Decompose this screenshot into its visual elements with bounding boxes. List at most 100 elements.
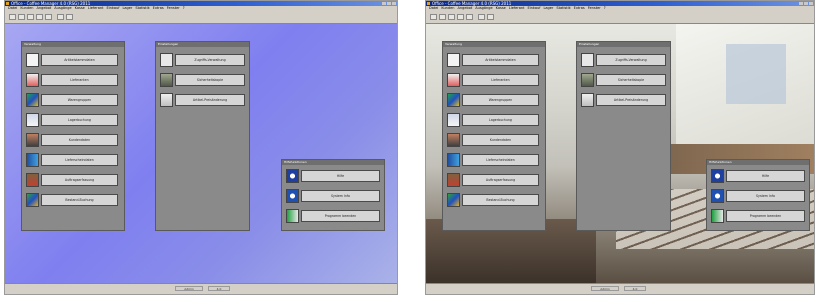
window-controls [382, 2, 396, 5]
chart-icon [447, 193, 460, 207]
articles-button[interactable]: Artikelstammdaten [41, 54, 118, 66]
chart-icon [26, 93, 39, 107]
document-icon [447, 53, 460, 67]
minimize-button[interactable] [799, 2, 803, 5]
toolbar-button[interactable] [457, 14, 464, 20]
panel-title: Einstellungen [577, 42, 670, 47]
menu-row: Artikel-Preisänderung [160, 93, 248, 107]
customers-button[interactable]: Kundendaten [462, 134, 539, 146]
exit-icon [286, 209, 299, 223]
inventory-booking-button[interactable]: Bestand-Buchung [41, 194, 118, 206]
help-button[interactable]: Hilfe [301, 170, 380, 182]
toolbar-button[interactable] [57, 14, 64, 20]
backup-button[interactable]: Sicherheitskopie [175, 74, 245, 86]
orders-button[interactable]: Auftragserfassung [41, 174, 118, 186]
menu-row: Kundendaten [26, 133, 122, 147]
maximize-button[interactable] [804, 2, 808, 5]
map-icon [26, 153, 39, 167]
toolbar-button[interactable] [439, 14, 446, 20]
toolbar-button[interactable] [66, 14, 73, 20]
suppliers-button[interactable]: Lieferanten [462, 74, 539, 86]
quit-button[interactable]: Programm beenden [726, 210, 805, 222]
map-icon [447, 153, 460, 167]
toolbar [5, 11, 397, 24]
menu-row: System Info [286, 189, 382, 203]
access-management-button[interactable]: Zugriffs-Verwaltung [596, 54, 666, 66]
status-user: Admin [175, 286, 203, 291]
toolbar-button[interactable] [36, 14, 43, 20]
screenshot-blue-desktop: Office - Coffee Manager 4.0 (RSG) 2011 D… [4, 0, 398, 295]
toolbar-button[interactable] [430, 14, 437, 20]
menu-row: Lieferanten [26, 73, 122, 87]
people-icon [26, 133, 39, 147]
access-management-button[interactable]: Zugriffs-Verwaltung [175, 54, 245, 66]
star-icon [581, 93, 594, 107]
maximize-button[interactable] [387, 2, 391, 5]
suppliers-button[interactable]: Lieferanten [41, 74, 118, 86]
status-user: Admin [591, 286, 619, 291]
toolbar-button[interactable] [45, 14, 52, 20]
person-icon [447, 73, 460, 87]
system-info-button[interactable]: System Info [726, 190, 805, 202]
menu-row: Lagerbuchung [447, 113, 543, 127]
close-button[interactable] [809, 2, 813, 5]
star-icon [160, 93, 173, 107]
panel-hilfsfunktionen: Hilfsfunktionen Hilfe System Info Progra… [281, 159, 385, 231]
monitor-icon [160, 73, 173, 87]
price-change-button[interactable]: Artikel-Preisänderung [596, 94, 666, 106]
menu-row: Bestand-Buchung [26, 193, 122, 207]
delivery-notes-button[interactable]: Lieferscheindaten [41, 154, 118, 166]
menu-row: Auftragserfassung [447, 173, 543, 187]
inventory-booking-button[interactable]: Bestand-Buchung [462, 194, 539, 206]
person-icon [26, 73, 39, 87]
orders-button[interactable]: Auftragserfassung [462, 174, 539, 186]
customers-button[interactable]: Kundendaten [41, 134, 118, 146]
app-icon [427, 2, 430, 5]
book-icon [447, 113, 460, 127]
help-button[interactable]: Hilfe [726, 170, 805, 182]
close-button[interactable] [392, 2, 396, 5]
delivery-notes-button[interactable]: Lieferscheindaten [462, 154, 539, 166]
toolbar-button[interactable] [487, 14, 494, 20]
toolbar-button[interactable] [466, 14, 473, 20]
status-version: 4.0 [208, 286, 230, 291]
question-icon [711, 169, 724, 183]
product-groups-button[interactable]: Warengruppen [41, 94, 118, 106]
stock-booking-button[interactable]: Lagerbuchung [462, 114, 539, 126]
minimize-button[interactable] [382, 2, 386, 5]
toolbar-button[interactable] [448, 14, 455, 20]
people-icon [447, 133, 460, 147]
toolbar-button[interactable] [18, 14, 25, 20]
menu-row: Bestand-Buchung [447, 193, 543, 207]
menu-row: Lieferscheindaten [26, 153, 122, 167]
stock-booking-button[interactable]: Lagerbuchung [41, 114, 118, 126]
menu-row: Zugriffs-Verwaltung [581, 53, 669, 67]
window-controls [799, 2, 813, 5]
backup-button[interactable]: Sicherheitskopie [596, 74, 666, 86]
menu-row: Sicherheitskopie [581, 73, 669, 87]
panel-verwaltung: Verwaltung Artikelstammdaten Lieferanten… [442, 41, 546, 231]
menu-row: Artikelstammdaten [447, 53, 543, 67]
panel-einstellungen: Einstellungen Zugriffs-Verwaltung Sicher… [155, 41, 250, 231]
toolbar-button[interactable] [478, 14, 485, 20]
menu-row: Programm beenden [286, 209, 382, 223]
panel-title: Hilfsfunktionen [282, 160, 384, 165]
chart-icon [26, 193, 39, 207]
menu-row: Hilfe [286, 169, 382, 183]
menu-row: Lagerbuchung [26, 113, 122, 127]
menu-row: Zugriffs-Verwaltung [160, 53, 248, 67]
quit-button[interactable]: Programm beenden [301, 210, 380, 222]
product-groups-button[interactable]: Warengruppen [462, 94, 539, 106]
price-change-button[interactable]: Artikel-Preisänderung [175, 94, 245, 106]
panel-hilfsfunktionen: Hilfsfunktionen Hilfe System Info Progra… [706, 159, 810, 231]
panel-title: Einstellungen [156, 42, 249, 47]
articles-button[interactable]: Artikelstammdaten [462, 54, 539, 66]
menu-row: Lieferscheindaten [447, 153, 543, 167]
status-bar: Admin 4.0 [426, 283, 814, 294]
toolbar-button[interactable] [9, 14, 16, 20]
status-version: 4.0 [624, 286, 646, 291]
menu-row: Warengruppen [447, 93, 543, 107]
panel-title: Verwaltung [443, 42, 545, 47]
system-info-button[interactable]: System Info [301, 190, 380, 202]
toolbar-button[interactable] [27, 14, 34, 20]
